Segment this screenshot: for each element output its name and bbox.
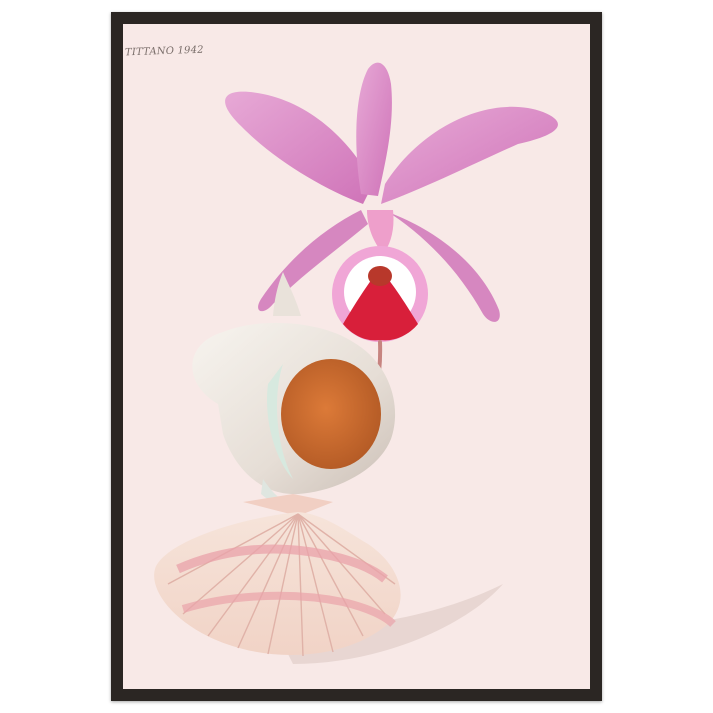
- orchid-petal-right: [381, 106, 558, 204]
- picture-frame: TITTANO 1942: [111, 12, 602, 701]
- orchid-petal-left: [225, 91, 373, 204]
- scallop-body: [154, 512, 401, 656]
- painting-illustration: [154, 62, 558, 664]
- scallop-shell: [154, 494, 401, 657]
- painting-canvas: TITTANO 1942: [123, 24, 590, 689]
- orchid-sepal-top: [356, 62, 392, 196]
- poster-display: TITTANO 1942: [0, 0, 713, 713]
- orchid-throat-top: [368, 266, 392, 286]
- scallop-hinge: [243, 494, 333, 516]
- conch-aperture: [281, 359, 381, 469]
